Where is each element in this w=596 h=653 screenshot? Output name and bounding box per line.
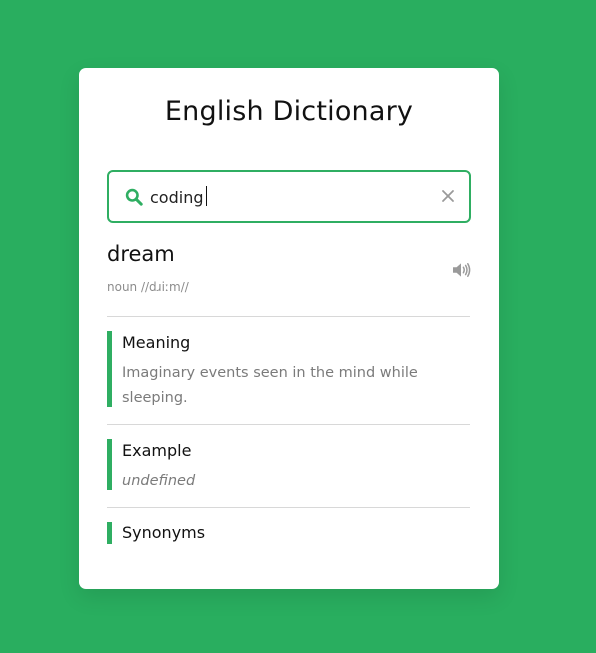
example-text: undefined xyxy=(122,473,196,489)
example-section: Example undefined xyxy=(107,439,470,490)
section-accent-bar xyxy=(107,439,112,490)
divider xyxy=(107,507,470,508)
meaning-text: Imaginary events seen in the mind while … xyxy=(122,365,418,406)
volume-icon[interactable] xyxy=(452,262,471,278)
result-word: dream xyxy=(107,242,175,266)
page-title: English Dictionary xyxy=(164,96,414,127)
close-icon[interactable] xyxy=(439,187,457,205)
section-accent-bar xyxy=(107,331,112,407)
divider xyxy=(107,424,470,425)
search-box[interactable] xyxy=(107,170,471,223)
result-phonetic: noun //dɹiːm// xyxy=(107,280,189,294)
dictionary-card: English Dictionary dream noun //dɹiːm// … xyxy=(79,68,499,589)
synonyms-section: Synonyms xyxy=(107,522,470,544)
search-input[interactable] xyxy=(150,183,420,211)
synonyms-title: Synonyms xyxy=(122,523,206,542)
search-icon xyxy=(125,188,143,206)
example-title: Example xyxy=(122,441,192,460)
divider xyxy=(107,316,470,317)
text-caret xyxy=(206,186,207,206)
meaning-title: Meaning xyxy=(122,333,191,352)
section-accent-bar xyxy=(107,522,112,544)
meaning-section: Meaning Imaginary events seen in the min… xyxy=(107,331,470,407)
